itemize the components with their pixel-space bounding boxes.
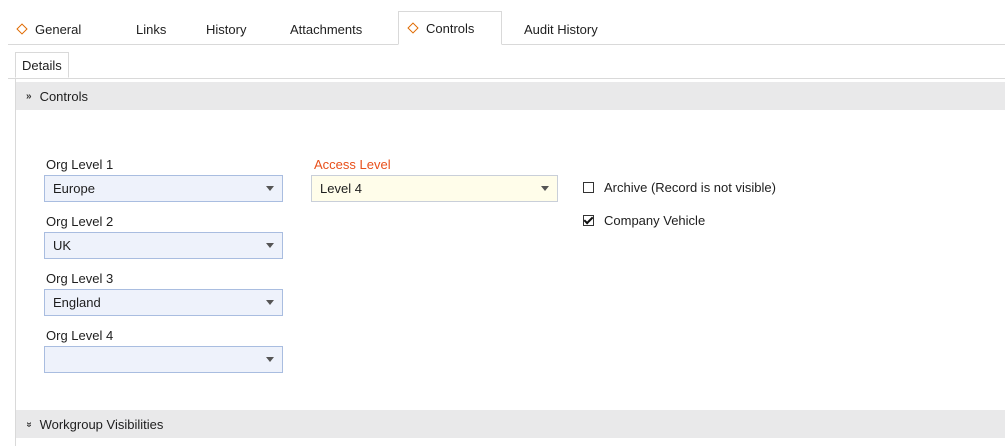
tab-history[interactable]: History	[196, 14, 256, 44]
checkbox-checked-icon[interactable]	[583, 215, 594, 226]
org-level-2-select[interactable]: UK	[44, 232, 283, 259]
dropdown-arrow-icon	[541, 186, 549, 191]
workgroup-visibilities-section-header[interactable]: » Workgroup Visibilities	[16, 410, 1005, 438]
controls-section-header[interactable]: » Controls	[16, 82, 1005, 110]
org-level-1-label: Org Level 1	[46, 157, 114, 172]
tab-label: Audit History	[524, 21, 598, 37]
checkbox-label: Archive (Record is not visible)	[604, 180, 776, 195]
dropdown-arrow-icon	[266, 243, 274, 248]
tab-audit-history[interactable]: Audit History	[514, 14, 608, 44]
details-panel	[15, 78, 1005, 446]
section-title: Controls	[39, 88, 88, 104]
tab-label: History	[206, 21, 247, 37]
tab-controls[interactable]: Controls	[398, 11, 502, 45]
checkbox-label: Company Vehicle	[604, 213, 706, 228]
diamond-marker-icon	[16, 23, 28, 35]
subtab-label: Details	[22, 57, 62, 73]
sub-tab-bar: Details	[8, 44, 1005, 79]
section-title: Workgroup Visibilities	[39, 416, 164, 432]
tab-attachments[interactable]: Attachments	[280, 14, 372, 44]
dropdown-arrow-icon	[266, 186, 274, 191]
company-vehicle-checkbox[interactable]: Company Vehicle	[583, 213, 705, 228]
select-value: Level 4	[320, 181, 362, 196]
tab-label: General	[35, 21, 82, 37]
org-level-3-label: Org Level 3	[46, 271, 114, 286]
org-level-3-select[interactable]: England	[44, 289, 283, 316]
tab-label: Attachments	[290, 21, 363, 37]
tab-links[interactable]: Links	[126, 14, 176, 44]
tab-label: Links	[136, 21, 167, 37]
tab-label: Controls	[426, 20, 475, 36]
dropdown-arrow-icon	[266, 357, 274, 362]
dropdown-arrow-icon	[266, 300, 274, 305]
tab-general[interactable]: General	[8, 14, 91, 44]
expand-chevron-icon: »	[23, 421, 35, 427]
org-level-4-select[interactable]	[44, 346, 283, 373]
checkbox-unchecked-icon[interactable]	[583, 182, 594, 193]
access-level-label: Access Level	[314, 157, 391, 172]
select-value: Europe	[53, 181, 95, 196]
access-level-select[interactable]: Level 4	[311, 175, 558, 202]
org-level-2-label: Org Level 2	[46, 214, 114, 229]
diamond-marker-icon	[407, 22, 419, 34]
select-value: England	[53, 295, 101, 310]
org-level-4-label: Org Level 4	[46, 328, 114, 343]
main-tab-bar: General Links History Attachments Contro…	[8, 10, 1005, 45]
org-level-1-select[interactable]: Europe	[44, 175, 283, 202]
collapse-chevron-icon: »	[26, 90, 32, 102]
subtab-details[interactable]: Details	[15, 52, 69, 78]
archive-checkbox[interactable]: Archive (Record is not visible)	[583, 180, 776, 195]
select-value: UK	[53, 238, 72, 253]
